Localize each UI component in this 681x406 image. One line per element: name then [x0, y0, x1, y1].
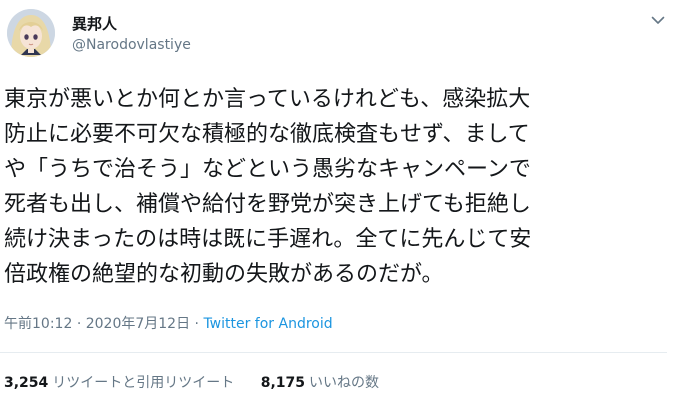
tweet-text-line: や「うちで治そう」などという愚劣なキャンペーンで [4, 157, 531, 182]
tweet-stats: 3,254 リツイートと引用リツイート 8,175 いいねの数 [4, 372, 401, 392]
user-handle[interactable]: @Narodovlastiye [72, 37, 191, 53]
display-name[interactable]: 異邦人 [72, 13, 117, 34]
tweet-source-link[interactable]: Twitter for Android [203, 316, 332, 332]
retweets-stat[interactable]: 3,254 リツイートと引用リツイート [4, 372, 234, 392]
tweet-text-line: 続け決まったのは時は既に手遅れ。全てに先んじて安 [4, 227, 532, 252]
anime-avatar-icon [7, 9, 55, 57]
tweet-timestamp[interactable]: 午前10:12 [4, 316, 72, 332]
retweets-count: 3,254 [4, 375, 49, 391]
likes-stat[interactable]: 8,175 いいねの数 [261, 372, 379, 392]
tweet-card: 異邦人 @Narodovlastiye 東京が悪いとか何とか言っているけれども、… [0, 0, 681, 406]
tweet-text-line: 倍政権の絶望的な初動の失敗があるのだが。 [4, 262, 444, 287]
divider [0, 352, 667, 353]
meta-separator: · [76, 316, 82, 332]
avatar[interactable] [7, 9, 55, 57]
chevron-down-icon[interactable] [648, 12, 668, 28]
tweet-meta: 午前10:12 · 2020年7月12日 · Twitter for Andro… [4, 313, 333, 333]
meta-separator: · [194, 316, 199, 332]
likes-label: いいねの数 [309, 375, 380, 391]
tweet-text-line: 死者も出し、補償や給付を野党が突き上げても拒絶し [4, 192, 531, 217]
tweet-text-line: 防止に必要不可欠な積極的な徹底検査もせず、まして [4, 122, 530, 147]
tweet-date[interactable]: 2020年7月12日 [86, 316, 190, 332]
retweets-label: リツイートと引用リツイート [52, 375, 235, 391]
tweet-text-line: 東京が悪いとか何とか言っているけれども、感染拡大 [4, 87, 531, 112]
tweet-text: 東京が悪いとか何とか言っているけれども、感染拡大 防止に必要不可欠な積極的な徹底… [4, 82, 678, 292]
likes-count: 8,175 [260, 375, 306, 391]
